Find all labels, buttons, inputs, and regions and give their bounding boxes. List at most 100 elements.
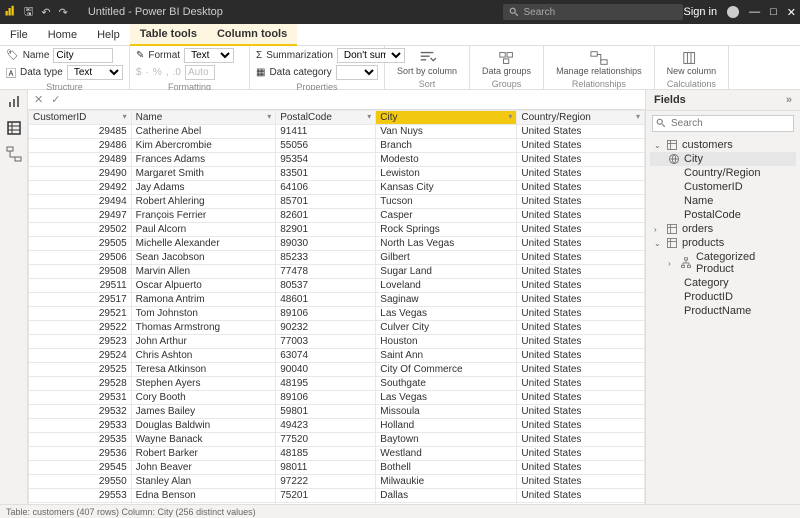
field-customerid[interactable]: CustomerID xyxy=(650,180,796,194)
table-row[interactable]: 29550Stanley Alan97222MilwaukieUnited St… xyxy=(29,475,645,489)
cell[interactable]: United States xyxy=(517,181,645,195)
col-header-countryregion[interactable]: Country/Region▾ xyxy=(517,111,645,125)
cell[interactable]: Las Vegas xyxy=(376,307,517,321)
cell[interactable]: United States xyxy=(517,377,645,391)
cell[interactable]: 29521 xyxy=(29,307,132,321)
table-row[interactable]: 29523John Arthur77003HoustonUnited State… xyxy=(29,335,645,349)
cell[interactable]: 29523 xyxy=(29,335,132,349)
cell[interactable]: Holland xyxy=(376,419,517,433)
cell[interactable]: United States xyxy=(517,279,645,293)
minimize-button[interactable]: — xyxy=(749,6,760,18)
table-row[interactable]: 29522Thomas Armstrong90232Culver CityUni… xyxy=(29,321,645,335)
cell[interactable]: Casper xyxy=(376,209,517,223)
table-row[interactable]: 29554Payton Benson48034SouthfieldUnited … xyxy=(29,503,645,505)
cell[interactable]: 29506 xyxy=(29,251,132,265)
cell[interactable]: Rock Springs xyxy=(376,223,517,237)
cell[interactable]: 29505 xyxy=(29,237,132,251)
table-row[interactable]: 29535Wayne Banack77520BaytownUnited Stat… xyxy=(29,433,645,447)
cell[interactable]: Houston xyxy=(376,335,517,349)
cell[interactable]: United States xyxy=(517,307,645,321)
cell[interactable]: 29535 xyxy=(29,433,132,447)
table-row[interactable]: 29532James Bailey59801MissoulaUnited Sta… xyxy=(29,405,645,419)
cell[interactable]: James Bailey xyxy=(131,405,276,419)
cell[interactable]: United States xyxy=(517,335,645,349)
cell[interactable]: Wayne Banack xyxy=(131,433,276,447)
table-row[interactable]: 29521Tom Johnston89106Las VegasUnited St… xyxy=(29,307,645,321)
percent-button[interactable]: % xyxy=(153,67,162,78)
report-view-icon[interactable] xyxy=(6,94,22,110)
cell[interactable]: Chris Ashton xyxy=(131,349,276,363)
cell[interactable]: Saginaw xyxy=(376,293,517,307)
table-row[interactable]: 29490Margaret Smith83501LewistonUnited S… xyxy=(29,167,645,181)
cell[interactable]: Lewiston xyxy=(376,167,517,181)
cell[interactable]: 89106 xyxy=(276,307,376,321)
cell[interactable]: John Beaver xyxy=(131,461,276,475)
table-products[interactable]: ⌄products xyxy=(650,236,796,250)
cell[interactable]: 29511 xyxy=(29,279,132,293)
table-row[interactable]: 29531Cory Booth89106Las VegasUnited Stat… xyxy=(29,391,645,405)
field-productid[interactable]: ProductID xyxy=(650,290,796,304)
cell[interactable]: Southgate xyxy=(376,377,517,391)
field-postalcode[interactable]: PostalCode xyxy=(650,208,796,222)
table-row[interactable]: 29505Michelle Alexander89030North Las Ve… xyxy=(29,237,645,251)
cell[interactable]: 29489 xyxy=(29,153,132,167)
formula-cancel[interactable]: ✕ xyxy=(34,93,43,106)
decimal-icon[interactable]: .0 xyxy=(173,67,181,78)
cell[interactable]: 29528 xyxy=(29,377,132,391)
undo-icon[interactable]: ↶ xyxy=(41,6,50,19)
global-search[interactable]: Search xyxy=(503,4,683,20)
cell[interactable]: 48185 xyxy=(276,447,376,461)
cell[interactable]: United States xyxy=(517,293,645,307)
cell[interactable]: Tucson xyxy=(376,195,517,209)
table-row[interactable]: 29525Teresa Atkinson90040City Of Commerc… xyxy=(29,363,645,377)
cell[interactable]: 63074 xyxy=(276,349,376,363)
name-input[interactable] xyxy=(53,48,113,63)
fields-search-input[interactable] xyxy=(652,115,794,132)
cell[interactable]: 29485 xyxy=(29,125,132,139)
cell[interactable]: Marvin Allen xyxy=(131,265,276,279)
cell[interactable]: 29522 xyxy=(29,321,132,335)
avatar-icon[interactable] xyxy=(727,6,739,18)
table-row[interactable]: 29553Edna Benson75201DallasUnited States xyxy=(29,489,645,503)
cell[interactable]: 85233 xyxy=(276,251,376,265)
cell[interactable]: Thomas Armstrong xyxy=(131,321,276,335)
cell[interactable]: United States xyxy=(517,489,645,503)
cell[interactable]: Catherine Abel xyxy=(131,125,276,139)
table-row[interactable]: 29494Robert Ahlering85701TucsonUnited St… xyxy=(29,195,645,209)
table-row[interactable]: 29536Robert Barker48185WestlandUnited St… xyxy=(29,447,645,461)
field-productname[interactable]: ProductName xyxy=(650,304,796,318)
cell[interactable]: 48195 xyxy=(276,377,376,391)
cell[interactable]: Sean Jacobson xyxy=(131,251,276,265)
table-row[interactable]: 29506Sean Jacobson85233GilbertUnited Sta… xyxy=(29,251,645,265)
menu-column-tools[interactable]: Column tools xyxy=(207,24,297,46)
cell[interactable]: Milwaukie xyxy=(376,475,517,489)
table-row[interactable]: 29511Oscar Alpuerto80537LovelandUnited S… xyxy=(29,279,645,293)
cell[interactable]: 29524 xyxy=(29,349,132,363)
cell[interactable]: 29492 xyxy=(29,181,132,195)
cell[interactable]: United States xyxy=(517,321,645,335)
cell[interactable]: Jay Adams xyxy=(131,181,276,195)
table-row[interactable]: 29486Kim Abercrombie55056BranchUnited St… xyxy=(29,139,645,153)
cell[interactable]: United States xyxy=(517,139,645,153)
table-row[interactable]: 29485Catherine Abel91411Van NuysUnited S… xyxy=(29,125,645,139)
cell[interactable]: Tom Johnston xyxy=(131,307,276,321)
dtype-select[interactable]: Text xyxy=(67,65,123,80)
table-row[interactable]: 29524Chris Ashton63074Saint AnnUnited St… xyxy=(29,349,645,363)
cell[interactable]: Missoula xyxy=(376,405,517,419)
cell[interactable]: Southfield xyxy=(376,503,517,505)
table-row[interactable]: 29497François Ferrier82601CasperUnited S… xyxy=(29,209,645,223)
cell[interactable]: United States xyxy=(517,251,645,265)
cell[interactable]: 90040 xyxy=(276,363,376,377)
cell[interactable]: United States xyxy=(517,447,645,461)
hierarchy-categorized-product[interactable]: ›Categorized Product xyxy=(650,250,796,276)
cell[interactable]: United States xyxy=(517,167,645,181)
cell[interactable]: 29531 xyxy=(29,391,132,405)
cell[interactable]: Oscar Alpuerto xyxy=(131,279,276,293)
cell[interactable]: Saint Ann xyxy=(376,349,517,363)
cell[interactable]: United States xyxy=(517,433,645,447)
col-header-name[interactable]: Name▾ xyxy=(131,111,276,125)
comma-button[interactable]: , xyxy=(166,67,169,78)
cell[interactable]: United States xyxy=(517,209,645,223)
table-row[interactable]: 29517Ramona Antrim48601SaginawUnited Sta… xyxy=(29,293,645,307)
cell[interactable]: John Arthur xyxy=(131,335,276,349)
